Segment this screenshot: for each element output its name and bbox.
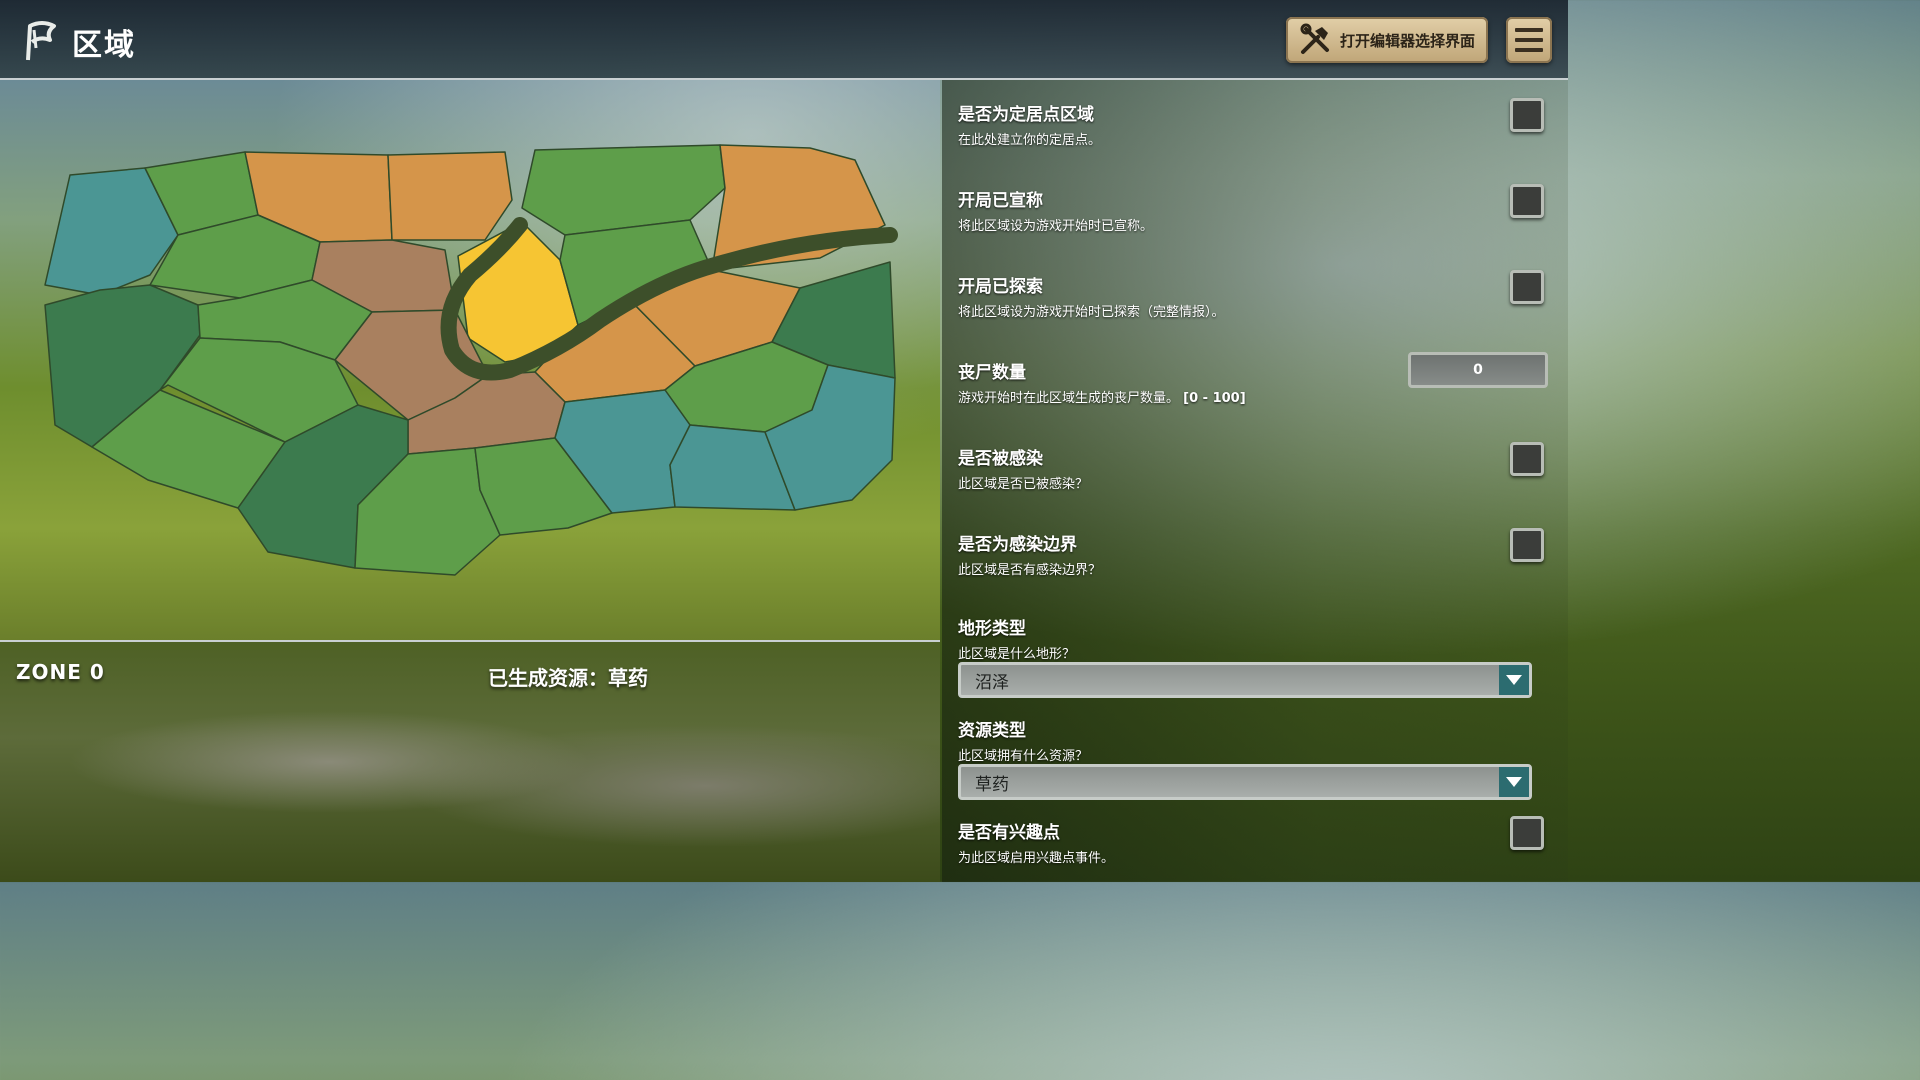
poi-desc: 为此区域启用兴趣点事件。 [958,851,1115,866]
infected-border-desc: 此区域是否有感染边界？ [958,563,1102,578]
zone-info-strip: ZONE 0 已生成资源：草药 [0,642,940,882]
hamburger-icon-line [1515,38,1543,42]
zombies-desc-line: 游戏开始时在此区域生成的丧尸数量。 [0 - 100] [958,387,1538,406]
generated-resource-label: 已生成资源：草药 [488,666,648,690]
zombies-desc: 游戏开始时在此区域生成的丧尸数量。 [958,391,1180,406]
explored-checkbox[interactable] [1510,270,1544,304]
infected-border-title: 是否为感染边界 [958,535,1077,555]
zombies-range: [0 - 100] [1183,391,1246,406]
resource-dropdown[interactable]: 草药 [958,764,1532,800]
terrain-dropdown[interactable]: 沼泽 [958,662,1532,698]
terrain-desc: 此区域是什么地形？ [958,647,1076,662]
claimed-desc: 将此区域设为游戏开始时已宣称。 [958,219,1154,234]
zone-map[interactable] [0,80,940,640]
resource-row: 资源类型 此区域拥有什么资源？ 草药 [958,716,1538,800]
open-editor-button[interactable]: 打开编辑器选择界面 [1286,17,1488,63]
poi-row: 是否有兴趣点 为此区域启用兴趣点事件。 [958,816,1544,866]
hamburger-icon-line [1515,48,1543,52]
terrain-selected: 沼泽 [975,672,1009,693]
hamburger-icon-line [1515,28,1543,32]
terrain-title: 地形类型 [958,619,1026,639]
poi-title: 是否有兴趣点 [958,823,1060,843]
flag-icon [26,21,56,61]
zone-name: ZONE 0 [16,660,105,684]
page-title: 区域 [72,28,136,63]
top-bar: 区域 打开编辑器选择界面 [0,0,1568,80]
tools-icon [1300,23,1329,54]
explored-row: 开局已探索 将此区域设为游戏开始时已探索（完整情报）。 [958,270,1544,320]
settlement-row: 是否为定居点区域 在此处建立你的定居点。 [958,98,1544,148]
settlement-checkbox[interactable] [1510,98,1544,132]
zombie-count-input[interactable]: 0 [1408,352,1548,388]
resource-selected: 草药 [975,774,1009,795]
chevron-down-icon[interactable] [1499,665,1529,695]
claimed-row: 开局已宣称 将此区域设为游戏开始时已宣称。 [958,184,1544,234]
explored-title: 开局已探索 [958,277,1043,297]
claimed-title: 开局已宣称 [958,191,1043,211]
resource-desc: 此区域拥有什么资源？ [958,749,1089,764]
terrain-row: 地形类型 此区域是什么地形？ 沼泽 [958,614,1538,698]
chevron-down-icon[interactable] [1499,767,1529,797]
settlement-desc: 在此处建立你的定居点。 [958,133,1102,148]
poi-checkbox[interactable] [1510,816,1544,850]
infected-title: 是否被感染 [958,449,1043,469]
resource-title: 资源类型 [958,721,1026,741]
zone-settings-panel: 是否为定居点区域 在此处建立你的定居点。 开局已宣称 将此区域设为游戏开始时已宣… [942,80,1568,882]
infected-border-checkbox[interactable] [1510,528,1544,562]
infected-desc: 此区域是否已被感染？ [958,477,1089,492]
zone-map-panel [0,80,940,642]
infected-checkbox[interactable] [1510,442,1544,476]
open-editor-label: 打开编辑器选择界面 [1340,31,1476,50]
claimed-checkbox[interactable] [1510,184,1544,218]
explored-desc: 将此区域设为游戏开始时已探索（完整情报）。 [958,305,1225,320]
region-orange-north-2[interactable] [387,151,513,241]
settlement-title: 是否为定居点区域 [958,105,1094,125]
region-green-north[interactable] [521,144,726,236]
zombies-row: 丧尸数量 游戏开始时在此区域生成的丧尸数量。 [0 - 100] 0 [958,352,1548,406]
infected-border-row: 是否为感染边界 此区域是否有感染边界？ [958,528,1544,578]
menu-button[interactable] [1506,17,1552,63]
infected-row: 是否被感染 此区域是否已被感染？ [958,442,1544,492]
